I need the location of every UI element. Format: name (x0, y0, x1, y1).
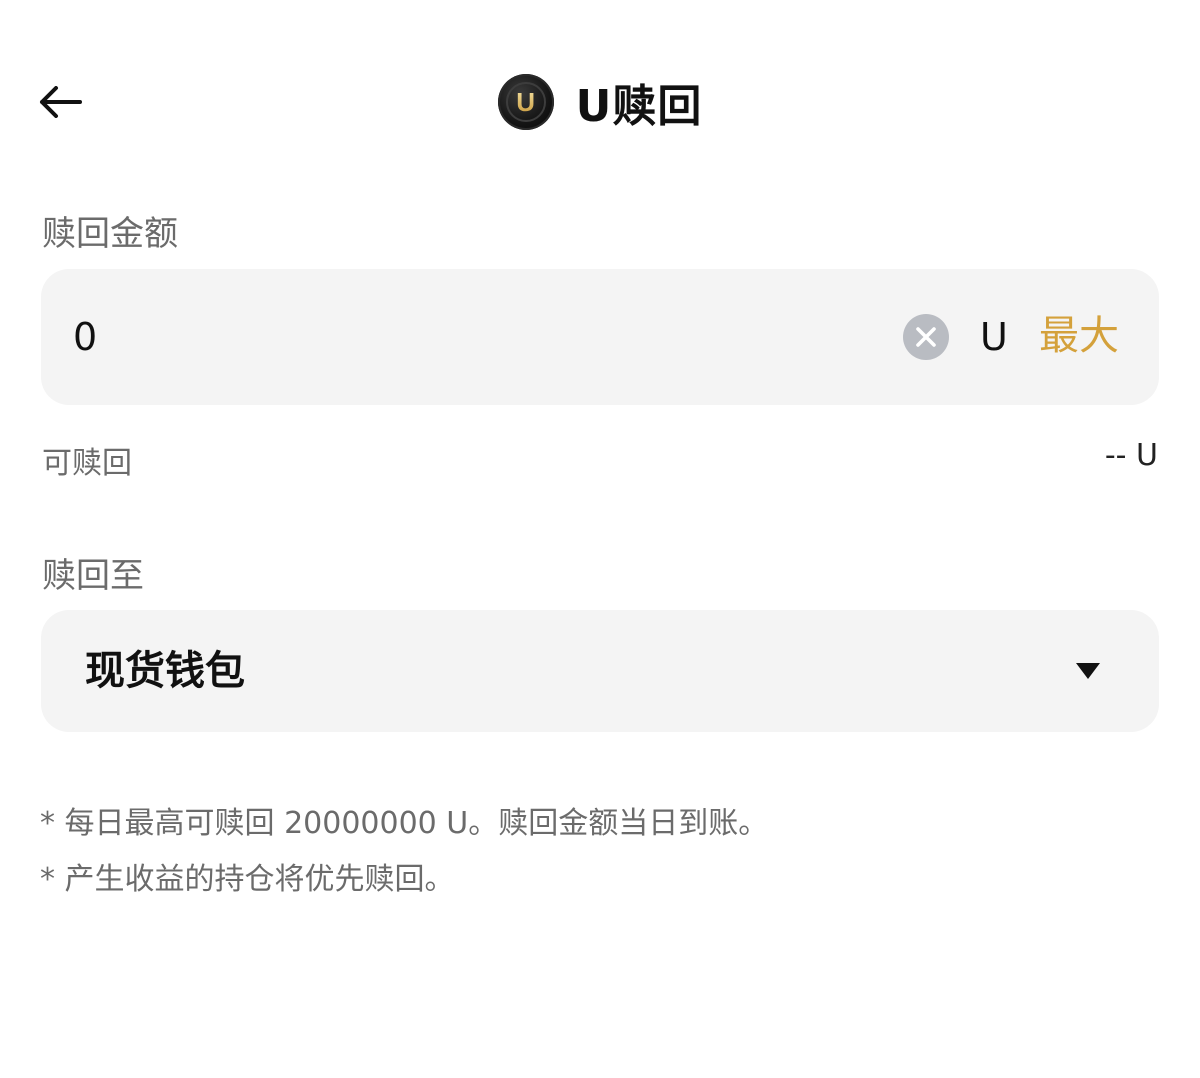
destination-label: 赎回至 (42, 556, 144, 596)
caret-down-icon (1076, 663, 1100, 679)
amount-field[interactable]: 0 U 最大 (41, 269, 1159, 405)
note-line: * 产生收益的持仓将优先赎回。 (40, 862, 455, 897)
amount-unit: U (980, 315, 1008, 359)
clear-button[interactable] (903, 314, 949, 360)
max-button[interactable]: 最大 (1039, 311, 1119, 361)
header: U U赎回 (0, 50, 1200, 154)
destination-select[interactable]: 现货钱包 (41, 610, 1159, 732)
available-row: 可赎回 -- U (42, 438, 1158, 482)
page-title: U赎回 (575, 81, 703, 132)
coin-logo-icon: U (497, 74, 554, 130)
notes: * 每日最高可赎回 20000000 U。赎回金额当日到账。 * 产生收益的持仓… (40, 796, 768, 908)
note-line: * 每日最高可赎回 20000000 U。赎回金额当日到账。 (40, 806, 769, 841)
amount-input[interactable]: 0 (73, 313, 97, 361)
amount-label: 赎回金额 (42, 214, 178, 254)
title-wrap: U U赎回 (0, 50, 1200, 154)
close-circle-icon (916, 327, 936, 347)
coin-letter: U (516, 87, 536, 117)
available-value: -- U (1104, 438, 1158, 473)
available-label: 可赎回 (42, 446, 132, 481)
destination-value: 现货钱包 (85, 648, 245, 694)
